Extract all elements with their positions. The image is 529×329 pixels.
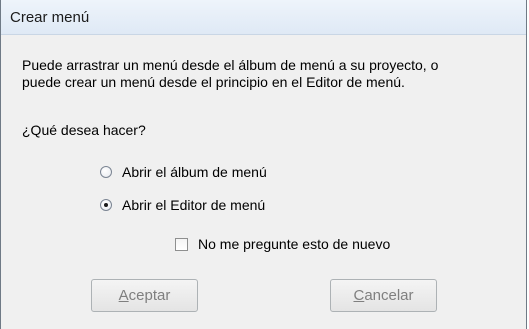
instructions-line-2: puede crear un menú desde el principio e… — [22, 74, 405, 90]
instructions-line-1: Puede arrastrar un menú desde el álbum d… — [22, 57, 439, 73]
dont-ask-again-label[interactable]: No me pregunte esto de nuevo — [198, 236, 390, 252]
crear-menu-dialog: Crear menú Puede arrastrar un menú desde… — [0, 0, 527, 329]
option-open-album-radio[interactable]: Abrir el álbum de menú — [100, 164, 267, 180]
option-open-editor-radio[interactable]: Abrir el Editor de menú — [100, 197, 265, 213]
title-bar: Crear menú — [1, 0, 526, 35]
window-title: Crear menú — [10, 9, 90, 26]
accept-button-label: ceptar — [128, 287, 171, 304]
cancel-button-label: ancelar — [364, 287, 414, 304]
instructions-text: Puede arrastrar un menú desde el álbum d… — [22, 57, 522, 91]
dont-ask-again-checkbox[interactable]: No me pregunte esto de nuevo — [175, 236, 390, 252]
accept-button[interactable]: Aceptar — [91, 279, 198, 312]
option-open-album-label[interactable]: Abrir el álbum de menú — [122, 164, 267, 180]
cancel-button-accelerator: C — [353, 287, 365, 304]
radio-button-checked-icon[interactable] — [100, 199, 112, 211]
cancel-button[interactable]: Cancelar — [330, 279, 437, 312]
checkbox-icon[interactable] — [175, 237, 188, 251]
option-open-editor-label[interactable]: Abrir el Editor de menú — [122, 197, 265, 213]
radio-button-icon[interactable] — [100, 166, 112, 178]
accept-button-accelerator: A — [118, 287, 129, 304]
question-label: ¿Qué desea hacer? — [22, 122, 146, 138]
